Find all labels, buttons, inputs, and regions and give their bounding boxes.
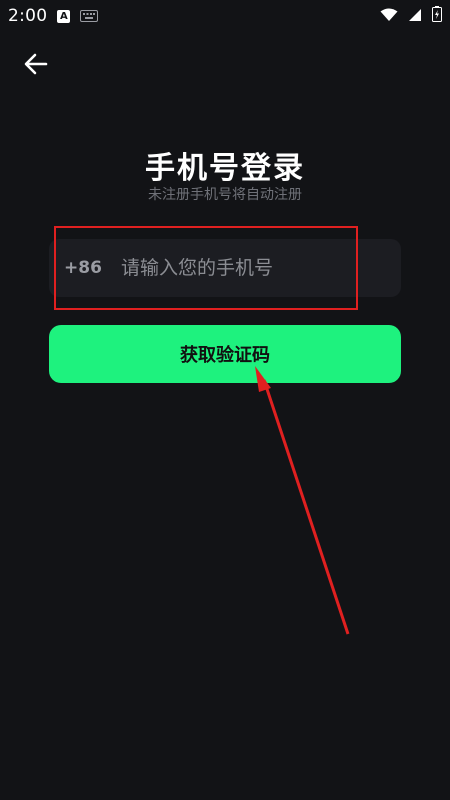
- arrow-annotation: [255, 366, 350, 635]
- get-code-button[interactable]: 获取验证码: [49, 325, 401, 383]
- status-time: 2:00: [8, 6, 48, 26]
- keyboard-icon: [80, 7, 99, 26]
- country-code[interactable]: +86: [64, 258, 109, 278]
- back-button[interactable]: [20, 50, 52, 82]
- phone-input[interactable]: [119, 247, 401, 289]
- phone-input-container[interactable]: +86: [49, 239, 401, 297]
- arrow-left-icon: [24, 53, 48, 79]
- status-right: [380, 6, 442, 26]
- status-bar: 2:00 A: [0, 0, 450, 32]
- text-a-icon: A: [57, 9, 71, 23]
- signal-icon: [408, 7, 422, 26]
- wifi-icon: [380, 7, 398, 26]
- page-subtitle: 未注册手机号将自动注册: [148, 187, 302, 203]
- page-title: 手机号登录: [145, 151, 305, 186]
- battery-charging-icon: [432, 6, 442, 26]
- status-left: 2:00 A: [8, 6, 99, 26]
